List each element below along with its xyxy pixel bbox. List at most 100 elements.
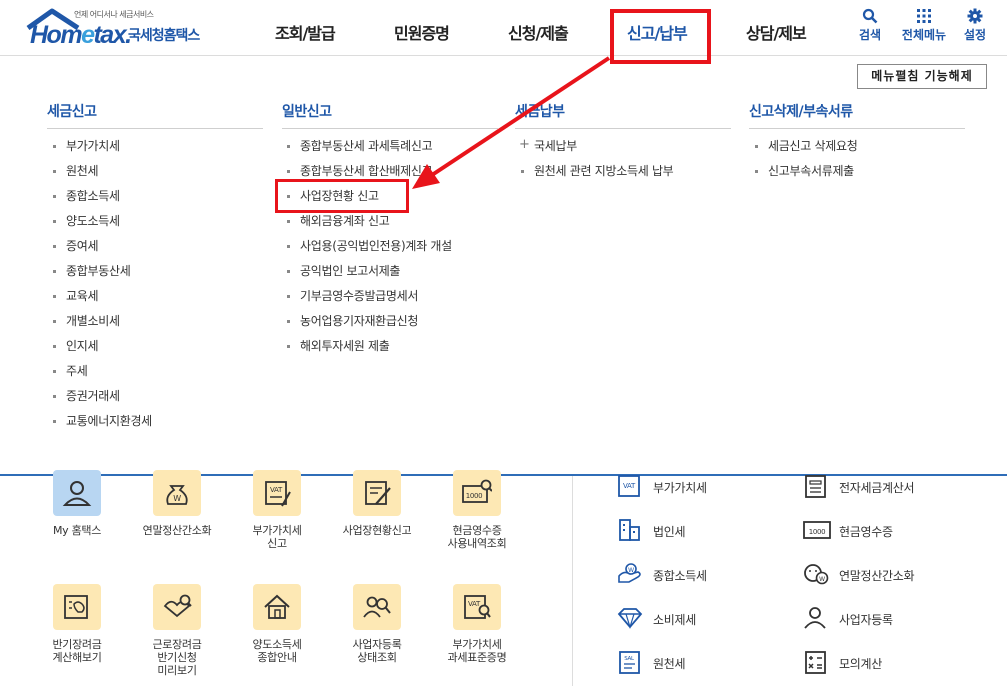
money-bag-icon: W <box>166 485 188 505</box>
gnb-inquiry-issue[interactable]: 조회/발급 <box>275 20 336 44</box>
menu-item[interactable]: 주세 <box>52 363 152 388</box>
menu-column-title-general-report[interactable]: 일반신고 <box>282 101 332 121</box>
business-status-highlight-box <box>275 179 409 213</box>
menu-item[interactable]: 종합소득세 <box>52 188 152 213</box>
menu-item[interactable]: 기부금영수증발급명세서 <box>286 288 452 313</box>
column-divider <box>749 128 965 129</box>
menu-list-delete-attachments: 세금신고 삭제요청 신고부속서류제출 <box>754 138 858 188</box>
quick-label: 상태조회 <box>357 651 397 664</box>
search-label: 검색 <box>858 28 882 42</box>
quick-label: 연말정산간소화 <box>142 524 212 537</box>
salary-document-icon: SAL <box>619 651 640 674</box>
quick-year-end-settlement[interactable]: W 연말정산간소화 <box>127 470 227 537</box>
quick-label: My 홈택스 <box>52 524 102 537</box>
search-icon <box>862 8 878 24</box>
search-button[interactable]: 검색 <box>845 8 895 43</box>
house-icon <box>264 594 290 619</box>
link-label: 전자세금계산서 <box>839 481 915 495</box>
link-label: 현금영수증 <box>839 525 893 539</box>
quick-label: 현금영수증 <box>452 524 502 537</box>
menu-item[interactable]: 해외투자세원 제출 <box>286 338 452 363</box>
menu-list-tax-payment: 국세납부 원천세 관련 지방소득세 납부 <box>519 137 674 188</box>
quick-vat-report[interactable]: VAT 부가가치세 신고 <box>227 470 327 550</box>
menu-item[interactable]: 증여세 <box>52 238 152 263</box>
cash-icon: 1000 <box>803 521 831 539</box>
menu-item[interactable]: 인지세 <box>52 338 152 363</box>
link-label: 모의계산 <box>839 657 882 671</box>
quick-business-registration-status[interactable]: 사업자등록 상태조회 <box>327 584 427 664</box>
vat-search-icon: VAT <box>464 595 491 619</box>
quick-label: 종합안내 <box>257 651 297 664</box>
menu-column-title-delete-attachments[interactable]: 신고삭제/부속서류 <box>749 101 853 121</box>
all-menu-button[interactable]: 전체메뉴 <box>899 8 949 43</box>
menu-item[interactable]: 부가가치세 <box>52 138 152 163</box>
menu-item[interactable]: 원천세 관련 지방소득세 납부 <box>520 163 674 188</box>
menu-fold-toggle-button[interactable]: 메뉴펼침 기능해제 <box>857 64 987 89</box>
user-icon <box>62 481 92 506</box>
gear-icon <box>967 8 983 24</box>
quick-earned-income-incentive-preview[interactable]: 근로장려금 반기신청 미리보기 <box>127 584 227 677</box>
gnb-civil-certificate[interactable]: 민원증명 <box>394 20 450 44</box>
quick-business-status-report[interactable]: 사업장현황신고 <box>327 470 427 537</box>
menu-item[interactable]: 세금신고 삭제요청 <box>754 138 858 163</box>
edit-document-icon <box>365 481 391 505</box>
gnb-consult-report[interactable]: 상담/제보 <box>746 20 807 44</box>
menu-item[interactable]: 해외금융계좌 신고 <box>286 213 452 238</box>
all-menu-label: 전체메뉴 <box>901 28 947 42</box>
link-label: 사업자등록 <box>839 613 893 627</box>
menu-item[interactable]: 교통에너지환경세 <box>52 413 152 438</box>
menu-item[interactable]: 양도소득세 <box>52 213 152 238</box>
quick-icon-box: VAT <box>253 470 301 516</box>
coins-face-icon: W <box>804 564 829 585</box>
quick-icon-box: VAT <box>453 584 501 630</box>
diamond-icon <box>617 608 643 630</box>
menu-item[interactable]: 국세납부 <box>519 137 673 163</box>
svg-text:VAT: VAT <box>468 600 481 608</box>
quick-vat-tax-base-certificate[interactable]: VAT 부가가치세 과세표준증명 <box>427 584 527 664</box>
quick-icon-box <box>353 584 401 630</box>
link-label: 연말정산간소화 <box>839 569 915 583</box>
menu-item[interactable]: 교육세 <box>52 288 152 313</box>
menu-item[interactable]: 개별소비세 <box>52 313 152 338</box>
column-divider <box>47 128 263 129</box>
incentive-document-icon <box>64 595 88 619</box>
quick-icon-box <box>253 584 301 630</box>
menu-item[interactable]: 공익법인 보고서제출 <box>286 263 452 288</box>
menu-item[interactable]: 농어업용기자재환급신청 <box>286 313 452 338</box>
quick-semiannual-incentive-calc[interactable]: 반기장려금 계산해보기 <box>27 584 127 664</box>
quick-label: 양도소득세 <box>252 638 302 651</box>
menu-item[interactable]: 종합부동산세 <box>52 263 152 288</box>
vat-icon: VAT <box>618 475 640 497</box>
invoice-icon <box>805 475 826 498</box>
menu-item[interactable]: 종합부동산세 과세특례신고 <box>286 138 452 163</box>
hometax-logo[interactable]: 언제 어디서나 세금서비스 Hometax. 국세청홈택스 <box>26 8 216 49</box>
gnb-apply-submit[interactable]: 신청/제출 <box>508 20 569 44</box>
quick-label: 미리보기 <box>157 664 197 677</box>
svg-text:1000: 1000 <box>466 492 483 500</box>
calculator-icon <box>805 651 826 674</box>
svg-text:W: W <box>819 576 825 583</box>
handshake-search-icon <box>163 594 192 618</box>
menu-column-title-tax-report[interactable]: 세금신고 <box>47 101 97 121</box>
building-icon <box>619 519 640 541</box>
quick-label: 신고 <box>267 537 287 550</box>
settings-button[interactable]: 설정 <box>950 8 1000 43</box>
menu-item[interactable]: 사업용(공익법인전용)계좌 개설 <box>286 238 452 263</box>
menu-item[interactable]: 원천세 <box>52 163 152 188</box>
quick-label: 근로장려금 <box>152 638 202 651</box>
gnb-highlight-box <box>610 9 711 64</box>
quick-cash-receipt-history[interactable]: 1000 현금영수증 사용내역조회 <box>427 470 527 550</box>
quick-label: 사용내역조회 <box>447 537 507 550</box>
quick-icon-box: W <box>153 470 201 516</box>
quick-icon-box <box>53 584 101 630</box>
quick-icon-box: 1000 <box>453 470 501 516</box>
svg-text:W: W <box>173 494 181 503</box>
menu-item[interactable]: 신고부속서류제출 <box>754 163 857 188</box>
menu-item[interactable]: 증권거래세 <box>52 388 152 413</box>
logo-tagline: 언제 어디서나 세금서비스 <box>74 10 154 19</box>
quick-my-hometax[interactable]: My 홈택스 <box>27 470 127 537</box>
quick-capital-gains-guide[interactable]: 양도소득세 종합안내 <box>227 584 327 664</box>
menu-column-title-tax-payment[interactable]: 세금납부 <box>515 101 565 121</box>
logo-subtitle: 국세청홈택스 <box>128 28 200 44</box>
quick-label: 반기신청 <box>157 651 197 664</box>
